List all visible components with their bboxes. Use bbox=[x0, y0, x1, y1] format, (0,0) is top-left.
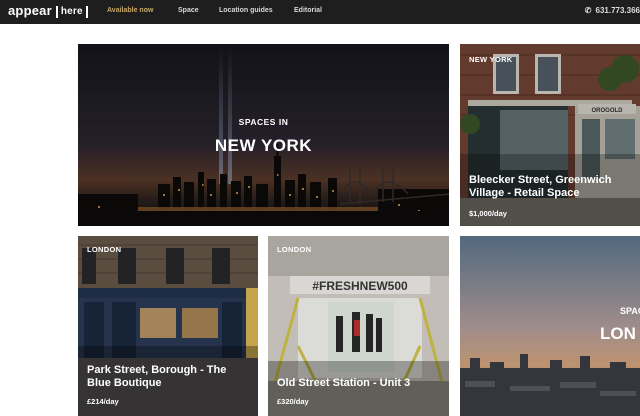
nav-space[interactable]: Space bbox=[178, 7, 199, 14]
card-title-line-2: Village - Retail Space bbox=[469, 187, 580, 199]
nav-editorial[interactable]: Editorial bbox=[294, 7, 322, 14]
space-card-bleecker-street[interactable]: OROGOLD NEW YORK Bleecker Street, Greenw… bbox=[460, 44, 640, 226]
phone-icon: ✆ bbox=[584, 6, 592, 15]
card-location-tag: LONDON bbox=[87, 245, 122, 254]
phone-text: 631.773.366 bbox=[595, 6, 640, 15]
card-price: £320/day bbox=[277, 397, 309, 406]
phone-number[interactable]: ✆ 631.773.366 bbox=[585, 6, 640, 15]
card-title-line-1: Bleecker Street, Greenwich bbox=[469, 174, 612, 186]
card-title: Park Street, Borough - The Blue Boutique bbox=[87, 364, 257, 390]
card-price: £214/day bbox=[87, 397, 119, 406]
appear-here-logo[interactable]: appear here bbox=[8, 3, 88, 18]
hero-city-title: LON bbox=[600, 324, 636, 343]
card-location-tag: LONDON bbox=[277, 245, 312, 254]
hero-subtitle: SPAC bbox=[620, 306, 640, 316]
hero-city-title: NEW YORK bbox=[214, 136, 313, 155]
space-card-old-street-station[interactable]: #FRESHNEW500 LONDON Old Street Station -… bbox=[268, 236, 449, 416]
nav-available-now[interactable]: Available now bbox=[107, 7, 153, 14]
card-location-tag: NEW YORK bbox=[469, 55, 513, 64]
card-title-line-2: Blue Boutique bbox=[87, 377, 162, 389]
nav-location-guides[interactable]: Location guides bbox=[219, 7, 273, 14]
hero-card-new-york[interactable]: SPACES IN NEW YORK bbox=[78, 44, 449, 226]
card-title-line-1: Park Street, Borough - The bbox=[87, 364, 227, 376]
hero-subtitle: SPACES IN bbox=[238, 117, 289, 127]
hero-card-london[interactable]: SPAC LON bbox=[460, 236, 640, 416]
space-card-park-street[interactable]: LONDON Park Street, Borough - The Blue B… bbox=[78, 236, 258, 416]
top-navigation-bar: appear here Available now Space Location … bbox=[0, 0, 640, 24]
card-title: Bleecker Street, Greenwich Village - Ret… bbox=[469, 174, 639, 200]
logo-text: appear bbox=[8, 3, 52, 18]
new-york-skyline-image bbox=[78, 44, 449, 226]
card-title: Old Street Station - Unit 3 bbox=[277, 377, 411, 389]
logo-bracket-text: here bbox=[55, 6, 88, 18]
card-price: $1,000/day bbox=[469, 209, 507, 218]
